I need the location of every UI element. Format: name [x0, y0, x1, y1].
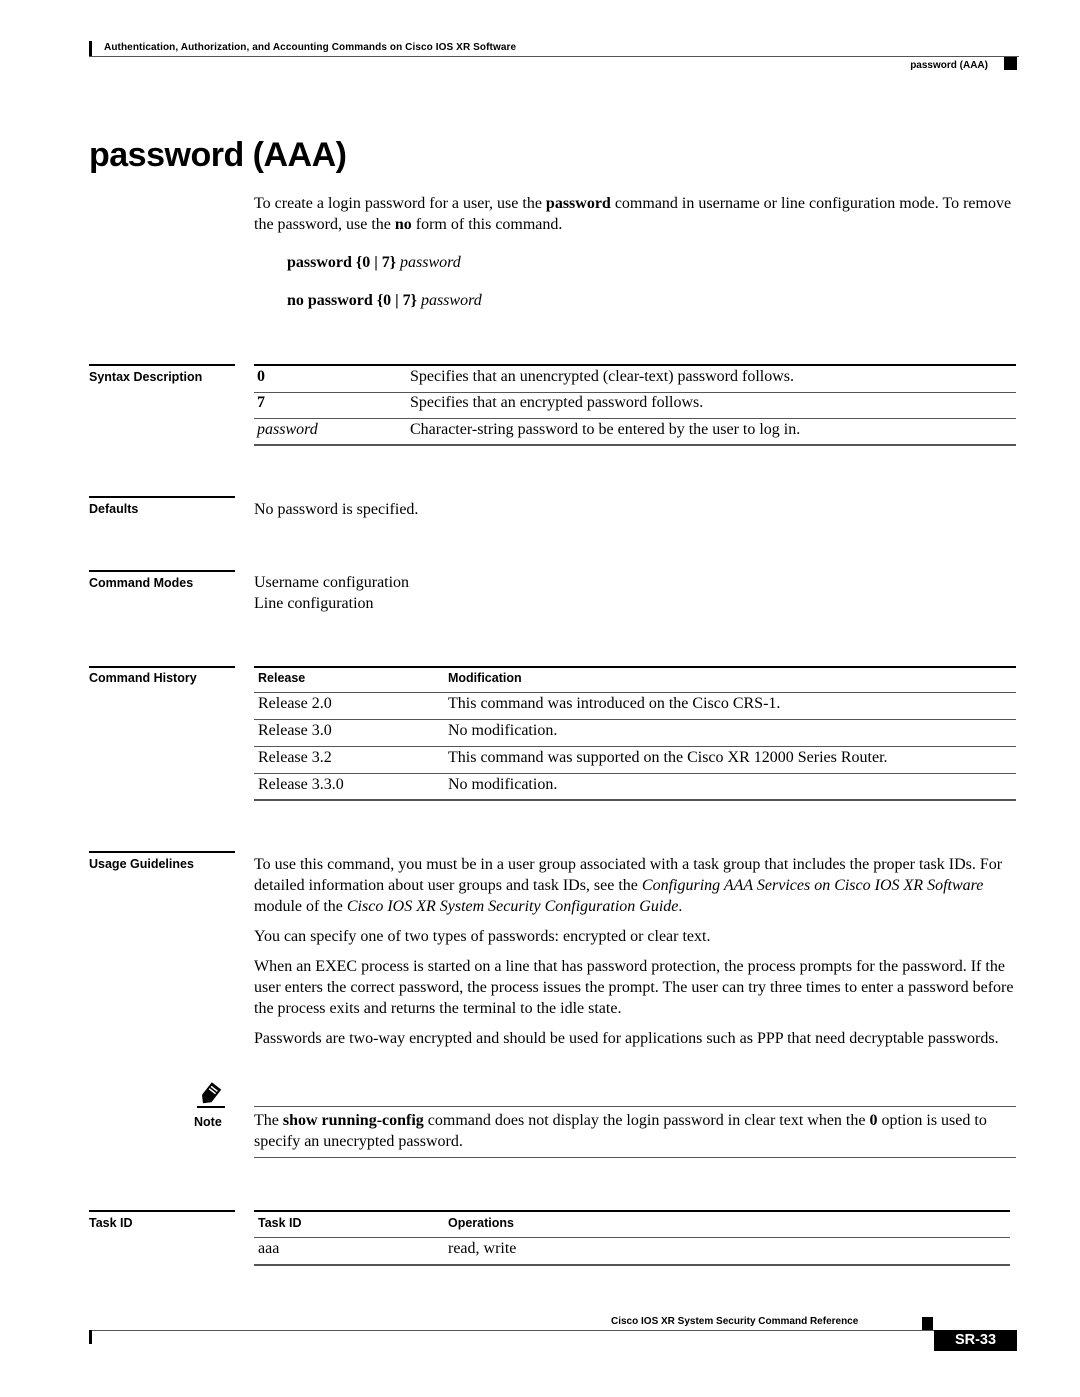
footer-marker — [922, 1317, 933, 1330]
note-text: The show running-config command does not… — [254, 1110, 1019, 1152]
row-divider — [254, 392, 1016, 393]
table-top-rule — [254, 1210, 1010, 1212]
intro-command: password — [545, 195, 611, 212]
syntax-term: password — [257, 421, 318, 438]
release-cell: Release 2.0 — [258, 695, 332, 712]
row-divider — [254, 692, 1016, 693]
page-title: password (AAA) — [89, 136, 347, 174]
section-label-task-id: Task ID — [89, 1216, 133, 1230]
command-mode-item: Line configuration — [254, 595, 374, 612]
table-top-rule — [254, 666, 1016, 668]
section-rule — [89, 851, 235, 853]
syntax-term: 0 — [257, 368, 265, 385]
note-label: Note — [194, 1115, 222, 1129]
header-bar — [89, 41, 92, 56]
footer-bar — [89, 1330, 92, 1344]
section-rule — [89, 666, 235, 668]
doc-reference: Configuring AAA Services on Cisco IOS XR… — [641, 877, 984, 894]
table-top-rule — [254, 364, 1016, 366]
syntax-param: password — [420, 292, 482, 309]
note-plain-text: The — [254, 1112, 283, 1129]
section-rule — [89, 364, 235, 366]
syntax-args: {0 | 7} — [376, 292, 417, 309]
section-rule — [89, 496, 235, 498]
column-header-operations: Operations — [448, 1216, 514, 1230]
usage-text: . — [678, 898, 683, 915]
intro-no-keyword: no — [394, 216, 412, 233]
row-divider — [254, 719, 1016, 720]
pencil-icon — [196, 1082, 226, 1108]
syntax-command: password — [287, 254, 352, 271]
usage-paragraph: You can specify one of two types of pass… — [254, 928, 711, 945]
usage-paragraph: To use this command, you must be in a us… — [254, 854, 1019, 917]
section-label-command-history: Command History — [89, 671, 197, 685]
running-title: password (AAA) — [910, 60, 988, 71]
row-divider — [254, 746, 1016, 747]
note-top-rule — [254, 1106, 1016, 1107]
syntax-args: {0 | 7} — [355, 254, 397, 271]
header-rule — [89, 56, 1019, 57]
row-divider — [254, 418, 1016, 419]
defaults-text: No password is specified. — [254, 501, 419, 518]
intro-text: To create a login password for a user, u… — [254, 195, 546, 212]
column-header-modification: Modification — [448, 671, 522, 685]
header-marker — [1004, 57, 1017, 70]
syntax-term: 7 — [257, 394, 265, 411]
section-rule — [89, 570, 235, 572]
syntax-desc: Character-string password to be entered … — [410, 421, 801, 438]
doc-reference: Cisco IOS XR System Security Configurati… — [346, 898, 679, 915]
footer-book-title: Cisco IOS XR System Security Command Ref… — [611, 1316, 859, 1327]
syntax-param: password — [400, 254, 461, 271]
section-rule — [89, 1210, 235, 1212]
note-plain-text: command does not display the login passw… — [423, 1112, 870, 1129]
modification-cell: No modification. — [448, 722, 558, 739]
usage-paragraph: Passwords are two-way encrypted and shou… — [254, 1030, 999, 1047]
syntax-command: no password — [287, 292, 373, 309]
row-divider — [254, 1237, 1010, 1238]
intro-paragraph: To create a login password for a user, u… — [254, 193, 1019, 235]
operations-cell: read, write — [448, 1240, 517, 1257]
column-header-task-id: Task ID — [258, 1216, 302, 1230]
task-id-cell: aaa — [258, 1240, 280, 1257]
release-cell: Release 3.0 — [258, 722, 332, 739]
table-bottom-rule — [254, 1264, 1010, 1266]
section-label-usage-guidelines: Usage Guidelines — [89, 857, 194, 871]
release-cell: Release 3.2 — [258, 749, 332, 766]
page-number: SR-33 — [934, 1330, 1017, 1351]
note-bottom-rule — [254, 1157, 1016, 1158]
syntax-line-no: no password {0 | 7} password — [287, 292, 482, 310]
row-divider — [254, 773, 1016, 774]
section-label-syntax-description: Syntax Description — [89, 370, 203, 384]
modification-cell: This command was introduced on the Cisco… — [448, 695, 781, 712]
chapter-title: Authentication, Authorization, and Accou… — [104, 42, 517, 53]
section-label-defaults: Defaults — [89, 502, 139, 516]
release-cell: Release 3.3.0 — [258, 776, 344, 793]
syntax-desc: Specifies that an unencrypted (clear-tex… — [410, 368, 794, 385]
intro-text: form of this command. — [411, 216, 563, 233]
column-header-release: Release — [258, 671, 306, 685]
usage-paragraph: When an EXEC process is started on a lin… — [254, 958, 1014, 1017]
note-command: show running-config — [282, 1112, 424, 1129]
modification-cell: This command was supported on the Cisco … — [448, 749, 888, 766]
footer-rule — [89, 1330, 934, 1331]
usage-text: module of the — [254, 898, 347, 915]
section-label-command-modes: Command Modes — [89, 576, 194, 590]
command-mode-item: Username configuration — [254, 574, 410, 591]
table-bottom-rule — [254, 799, 1016, 801]
table-bottom-rule — [254, 444, 1016, 446]
syntax-line: password {0 | 7} password — [287, 254, 461, 272]
syntax-desc: Specifies that an encrypted password fol… — [410, 394, 704, 411]
modification-cell: No modification. — [448, 776, 558, 793]
